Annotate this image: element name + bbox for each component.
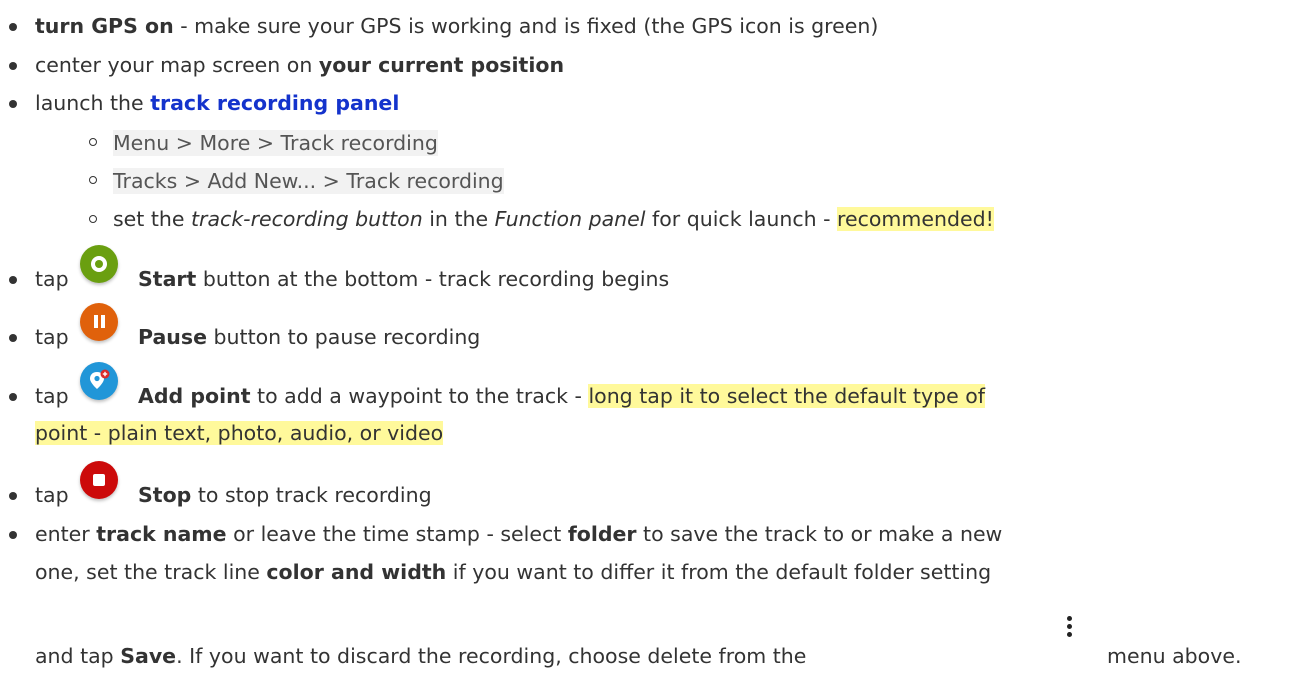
stop-bold: Stop	[138, 483, 192, 507]
tracks-path-code: Tracks > Add New... > Track recording	[113, 168, 504, 194]
set-mid: in the	[422, 207, 495, 231]
pause-pre: tap	[35, 325, 69, 349]
stop-pre: tap	[35, 483, 69, 507]
enter-t2: to save the track to or make a new	[636, 522, 1003, 546]
set-em2: Function panel	[494, 207, 646, 231]
item-text: Pause button to pause recording	[138, 325, 480, 349]
item-text: set the track-recording button in the Fu…	[113, 207, 994, 231]
item-text: Start button at the bottom - track recor…	[138, 267, 669, 291]
enter-line3-pre: and tap	[35, 644, 121, 668]
item-text: one, set the track line color and width …	[35, 560, 991, 584]
item-text: enter track name or leave the time stamp…	[35, 522, 1002, 546]
stop-record-icon	[80, 461, 118, 499]
add-point-bold: Add point	[138, 384, 251, 408]
enter-t1: or leave the time stamp - select	[226, 522, 568, 546]
launch-pre: launch the	[35, 91, 151, 115]
item-text: Add point to add a waypoint to the track…	[138, 384, 985, 408]
item-text: launch the track recording panel	[35, 91, 399, 115]
item-text: tap	[35, 267, 69, 291]
item-text: center your map screen on your current p…	[35, 53, 564, 77]
long-tap-highlight: long tap it to select the default type o…	[588, 384, 985, 408]
center-bold: your current position	[318, 53, 565, 77]
start-pre: tap	[35, 267, 69, 291]
pause-rest: button to pause recording	[207, 325, 481, 349]
bullet-icon	[9, 393, 17, 401]
item-text: turn GPS on - make sure your GPS is work…	[35, 14, 878, 38]
bullet-icon	[9, 100, 17, 108]
add-point-icon	[80, 362, 118, 400]
circle-bullet-icon	[89, 215, 97, 223]
item-text: and tap Save. If you want to discard the…	[35, 644, 806, 668]
set-post: for quick launch -	[645, 207, 838, 231]
circle-bullet-icon	[89, 138, 97, 146]
item-text: tap	[35, 384, 69, 408]
more-vert-icon	[1067, 616, 1073, 640]
enter-t4: . If you want to discard the recording, …	[176, 644, 807, 668]
bullet-icon	[9, 492, 17, 500]
pause-bold: Pause	[138, 325, 208, 349]
document: turn GPS on - make sure your GPS is work…	[0, 0, 1294, 697]
item-text: tap	[35, 325, 69, 349]
enter-line2-pre: one, set the track line	[35, 560, 267, 584]
start-rest: button at the bottom - track recording b…	[196, 267, 670, 291]
set-em1: track-recording button	[191, 207, 423, 231]
point-types-highlight: point - plain text, photo, audio, or vid…	[35, 421, 444, 445]
enter-b4: Save	[120, 644, 177, 668]
menu-path-code: Menu > More > Track recording	[113, 130, 438, 156]
bullet-icon	[9, 23, 17, 31]
enter-b3: color and width	[266, 560, 447, 584]
menu-above-text: menu above.	[1107, 644, 1242, 668]
start-record-icon	[80, 245, 118, 283]
bullet-icon	[9, 276, 17, 284]
bullet-icon	[9, 62, 17, 70]
gps-bold: turn GPS on	[35, 14, 174, 38]
recommended-highlight: recommended!	[837, 207, 994, 231]
enter-b2: folder	[567, 522, 637, 546]
item-text: Stop to stop track recording	[138, 483, 432, 507]
enter-b1: track name	[96, 522, 227, 546]
center-pre: center your map screen on	[35, 53, 319, 77]
enter-t3: if you want to differ it from the defaul…	[446, 560, 992, 584]
gps-rest: - make sure your GPS is working and is f…	[173, 14, 879, 38]
set-pre: set the	[113, 207, 192, 231]
add-point-pre: tap	[35, 384, 69, 408]
item-text: tap	[35, 483, 69, 507]
bullet-icon	[9, 334, 17, 342]
add-point-rest: to add a waypoint to the track -	[250, 384, 589, 408]
start-bold: Start	[138, 267, 197, 291]
enter-pre: enter	[35, 522, 97, 546]
pause-record-icon	[80, 303, 118, 341]
track-recording-panel-link[interactable]: track recording panel	[150, 91, 399, 115]
bullet-icon	[9, 531, 17, 539]
circle-bullet-icon	[89, 176, 97, 184]
stop-rest: to stop track recording	[191, 483, 432, 507]
